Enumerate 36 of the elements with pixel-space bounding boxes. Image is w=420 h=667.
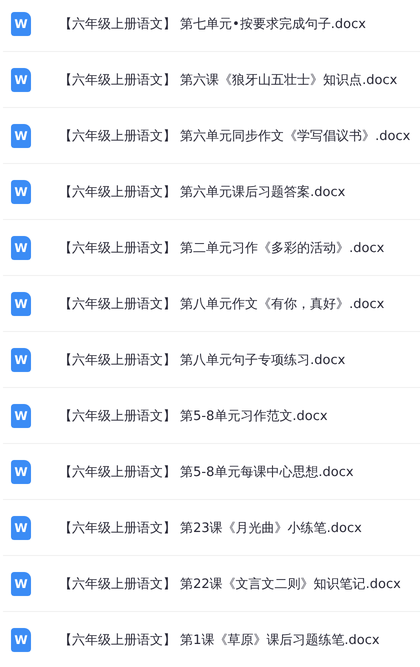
word-file-icon: W	[11, 292, 31, 316]
word-file-icon: W	[11, 572, 31, 596]
file-name: 【六年级上册语文】 第六单元课后习题答案.docx	[59, 184, 346, 200]
file-row[interactable]: W 【六年级上册语文】 第六单元课后习题答案.docx	[3, 164, 420, 220]
file-row[interactable]: W 【六年级上册语文】 第八单元作文《有你，真好》.docx	[3, 276, 420, 332]
file-row[interactable]: W 【六年级上册语文】 第22课《文言文二则》知识笔记.docx	[3, 556, 420, 612]
file-row[interactable]: W 【六年级上册语文】 第二单元习作《多彩的活动》.docx	[3, 220, 420, 276]
file-name: 【六年级上册语文】 第二单元习作《多彩的活动》.docx	[59, 240, 384, 256]
word-file-icon: W	[11, 12, 31, 36]
file-name: 【六年级上册语文】 第5-8单元习作范文.docx	[59, 408, 328, 424]
file-name: 【六年级上册语文】 第八单元作文《有你，真好》.docx	[59, 296, 384, 312]
word-file-icon: W	[11, 180, 31, 204]
word-file-icon: W	[11, 124, 31, 148]
word-file-icon: W	[11, 404, 31, 428]
file-row[interactable]: W 【六年级上册语文】 第七单元•按要求完成句子.docx	[3, 0, 420, 52]
file-row[interactable]: W 【六年级上册语文】 第5-8单元每课中心思想.docx	[3, 444, 420, 500]
word-file-icon: W	[11, 236, 31, 260]
file-row[interactable]: W 【六年级上册语文】 第5-8单元习作范文.docx	[3, 388, 420, 444]
file-name: 【六年级上册语文】 第22课《文言文二则》知识笔记.docx	[59, 576, 401, 592]
file-name: 【六年级上册语文】 第八单元句子专项练习.docx	[59, 352, 346, 368]
file-row[interactable]: W 【六年级上册语文】 第1课《草原》课后习题练笔.docx	[3, 612, 420, 667]
file-row[interactable]: W 【六年级上册语文】 第六单元同步作文《学写倡议书》.docx	[3, 108, 420, 164]
file-row[interactable]: W 【六年级上册语文】 第六课《狼牙山五壮士》知识点.docx	[3, 52, 420, 108]
file-name: 【六年级上册语文】 第七单元•按要求完成句子.docx	[59, 16, 366, 32]
word-file-icon: W	[11, 348, 31, 372]
word-file-icon: W	[11, 460, 31, 484]
file-row[interactable]: W 【六年级上册语文】 第23课《月光曲》小练笔.docx	[3, 500, 420, 556]
word-file-icon: W	[11, 628, 31, 652]
file-name: 【六年级上册语文】 第5-8单元每课中心思想.docx	[59, 464, 354, 480]
file-name: 【六年级上册语文】 第1课《草原》课后习题练笔.docx	[59, 632, 380, 648]
word-file-icon: W	[11, 68, 31, 92]
file-row[interactable]: W 【六年级上册语文】 第八单元句子专项练习.docx	[3, 332, 420, 388]
file-name: 【六年级上册语文】 第六课《狼牙山五壮士》知识点.docx	[59, 72, 398, 88]
word-file-icon: W	[11, 516, 31, 540]
file-name: 【六年级上册语文】 第23课《月光曲》小练笔.docx	[59, 520, 362, 536]
file-name: 【六年级上册语文】 第六单元同步作文《学写倡议书》.docx	[59, 128, 410, 144]
